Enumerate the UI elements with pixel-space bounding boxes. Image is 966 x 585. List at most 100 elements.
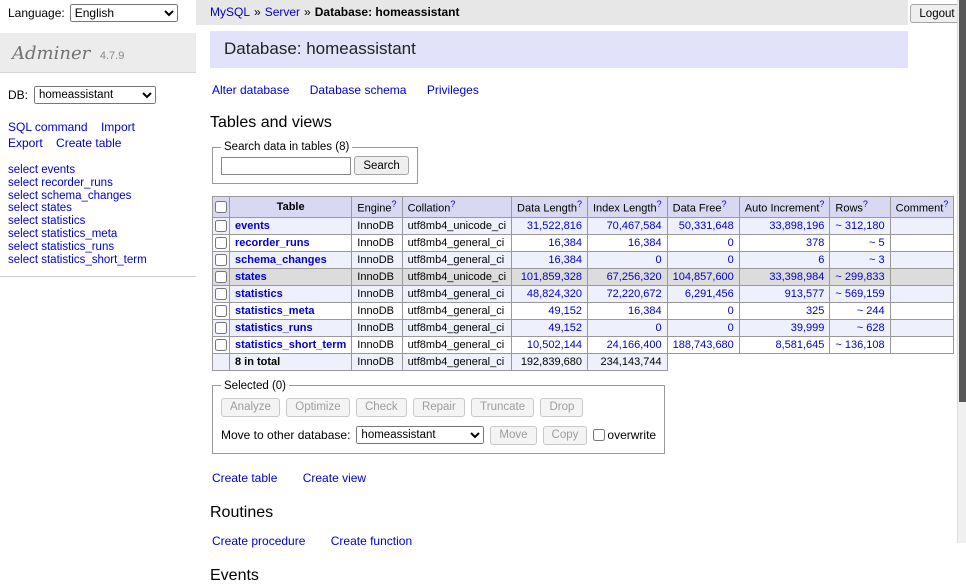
index-length-link[interactable]: 67,256,320 — [607, 271, 662, 283]
import-link[interactable]: Import — [101, 120, 135, 134]
rows-count-link[interactable]: ~ 5 — [869, 237, 885, 249]
data-free-link[interactable]: 50,331,648 — [679, 220, 734, 232]
row-checkbox[interactable] — [215, 322, 227, 334]
row-checkbox[interactable] — [215, 305, 227, 317]
row-checkbox[interactable] — [215, 288, 227, 300]
alter-database-link[interactable]: Alter database — [212, 83, 289, 97]
help-link[interactable]: ? — [657, 199, 662, 209]
data-free-link[interactable]: 0 — [728, 322, 734, 334]
auto-increment-link[interactable]: 913,577 — [785, 288, 825, 300]
truncate-button[interactable]: Truncate — [471, 398, 534, 417]
export-link[interactable]: Export — [8, 136, 43, 150]
auto-increment-link[interactable]: 8,581,645 — [775, 339, 824, 351]
breadcrumb-mysql-link[interactable]: MySQL — [210, 5, 250, 19]
help-link[interactable]: ? — [450, 199, 455, 209]
index-length-link[interactable]: 72,220,672 — [607, 288, 662, 300]
sidebar-link-select-statistics-meta[interactable]: select statistics_meta — [8, 228, 188, 241]
row-checkbox[interactable] — [215, 339, 227, 351]
sidebar-link-select-schema-changes[interactable]: select schema_changes — [8, 190, 188, 203]
data-free-link[interactable]: 6,291,456 — [685, 288, 734, 300]
table-name-link[interactable]: statistics_short_term — [235, 339, 346, 351]
auto-increment-link[interactable]: 378 — [806, 237, 824, 249]
index-length-link[interactable]: 24,166,400 — [607, 339, 662, 351]
sidebar-link-select-statistics-runs[interactable]: select statistics_runs — [8, 241, 188, 254]
rows-count-link[interactable]: ~ 569,159 — [835, 288, 884, 300]
create-table-link[interactable]: Create table — [56, 136, 121, 150]
copy-button[interactable]: Copy — [543, 426, 588, 445]
data-length-link[interactable]: 49,152 — [548, 305, 582, 317]
rows-count-link[interactable]: ~ 244 — [857, 305, 885, 317]
db-select[interactable]: homeassistant — [34, 86, 156, 104]
logout-button[interactable]: Logout — [910, 4, 963, 23]
table-name-link[interactable]: recorder_runs — [235, 237, 310, 249]
data-length-link[interactable]: 16,384 — [548, 254, 582, 266]
data-length-link[interactable]: 10,502,144 — [527, 339, 582, 351]
drop-button[interactable]: Drop — [540, 398, 583, 417]
data-length-link[interactable]: 49,152 — [548, 322, 582, 334]
index-length-link[interactable]: 70,467,584 — [607, 220, 662, 232]
repair-button[interactable]: Repair — [413, 398, 465, 417]
auto-increment-link[interactable]: 33,398,984 — [769, 271, 824, 283]
move-db-select[interactable]: homeassistant — [356, 426, 484, 444]
rows-count-link[interactable]: ~ 312,180 — [835, 220, 884, 232]
auto-increment-link[interactable]: 325 — [806, 305, 824, 317]
table-name-link[interactable]: statistics_runs — [235, 322, 313, 334]
row-checkbox[interactable] — [215, 237, 227, 249]
create-table-link-main[interactable]: Create table — [212, 471, 277, 485]
create-procedure-link[interactable]: Create procedure — [212, 534, 305, 548]
move-button[interactable]: Move — [490, 426, 536, 445]
help-link[interactable]: ? — [819, 199, 824, 209]
rows-count-link[interactable]: ~ 299,833 — [835, 271, 884, 283]
data-length-link[interactable]: 48,824,320 — [527, 288, 582, 300]
analyze-button[interactable]: Analyze — [221, 398, 280, 417]
auto-increment-link[interactable]: 33,898,196 — [769, 220, 824, 232]
data-free-link[interactable]: 0 — [728, 237, 734, 249]
sidebar-link-select-events[interactable]: select events — [8, 164, 188, 177]
table-name-link[interactable]: events — [235, 220, 270, 232]
index-length-link[interactable]: 0 — [656, 254, 662, 266]
database-schema-link[interactable]: Database schema — [310, 83, 407, 97]
rows-count-link[interactable]: ~ 3 — [869, 254, 885, 266]
overwrite-checkbox[interactable] — [593, 429, 605, 441]
data-length-link[interactable]: 16,384 — [548, 237, 582, 249]
index-length-link[interactable]: 0 — [656, 322, 662, 334]
index-length-link[interactable]: 16,384 — [628, 305, 662, 317]
rows-count-link[interactable]: ~ 136,108 — [835, 339, 884, 351]
search-button[interactable]: Search — [354, 156, 408, 175]
rows-count-link[interactable]: ~ 628 — [857, 322, 885, 334]
table-name-link[interactable]: schema_changes — [235, 254, 327, 266]
sidebar-link-select-statistics[interactable]: select statistics — [8, 215, 188, 228]
help-link[interactable]: ? — [577, 199, 582, 209]
scrollbar-track[interactable] — [957, 0, 966, 543]
auto-increment-link[interactable]: 39,999 — [791, 322, 825, 334]
help-link[interactable]: ? — [392, 199, 397, 209]
sql-command-link[interactable]: SQL command — [8, 120, 88, 134]
row-checkbox[interactable] — [215, 254, 227, 266]
index-length-link[interactable]: 16,384 — [628, 237, 662, 249]
check-button[interactable]: Check — [356, 398, 407, 417]
data-free-link[interactable]: 104,857,600 — [673, 271, 734, 283]
data-free-link[interactable]: 0 — [728, 254, 734, 266]
sidebar-link-select-recorder-runs[interactable]: select recorder_runs — [8, 177, 188, 190]
create-view-link[interactable]: Create view — [303, 471, 366, 485]
sidebar-link-select-statistics-short-term[interactable]: select statistics_short_term — [8, 254, 188, 267]
help-link[interactable]: ? — [863, 199, 868, 209]
search-input[interactable] — [221, 157, 351, 175]
optimize-button[interactable]: Optimize — [286, 398, 349, 417]
breadcrumb-server-link[interactable]: Server — [265, 5, 300, 19]
auto-increment-link[interactable]: 6 — [818, 254, 824, 266]
create-function-link[interactable]: Create function — [331, 534, 412, 548]
row-checkbox[interactable] — [215, 220, 227, 232]
language-select[interactable]: English — [70, 4, 178, 22]
table-name-link[interactable]: statistics — [235, 288, 283, 300]
data-free-link[interactable]: 188,743,680 — [673, 339, 734, 351]
privileges-link[interactable]: Privileges — [427, 83, 479, 97]
sidebar-link-select-states[interactable]: select states — [8, 202, 188, 215]
help-link[interactable]: ? — [943, 199, 948, 209]
data-free-link[interactable]: 0 — [728, 305, 734, 317]
select-all-checkbox[interactable] — [215, 201, 227, 213]
table-name-link[interactable]: statistics_meta — [235, 305, 315, 317]
row-checkbox[interactable] — [215, 271, 227, 283]
scrollbar-thumb[interactable] — [959, 0, 966, 402]
data-length-link[interactable]: 101,859,328 — [521, 271, 582, 283]
